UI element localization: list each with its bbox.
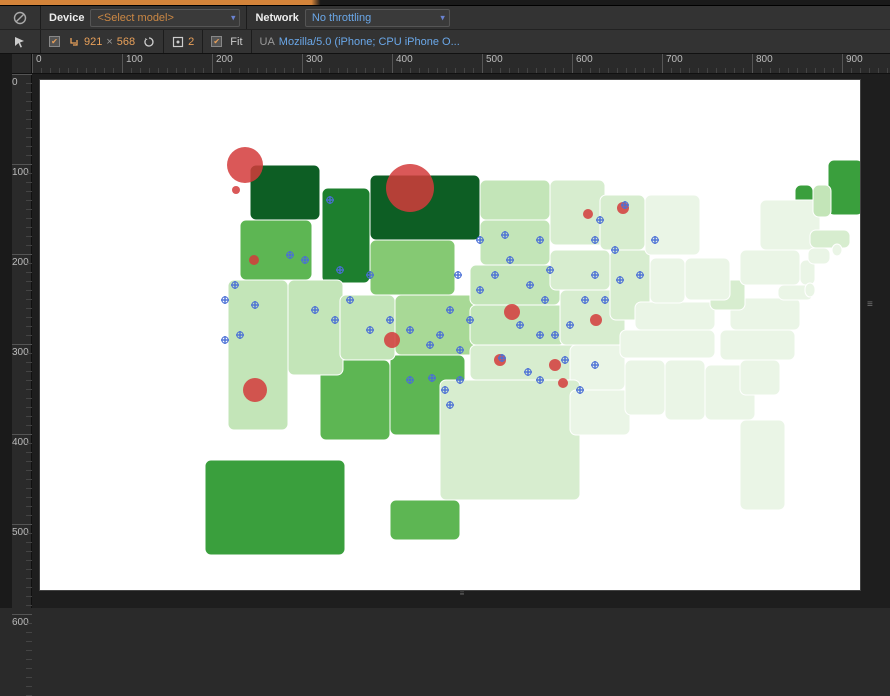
- state-CT[interactable]: [808, 248, 830, 264]
- resize-handle-right[interactable]: ≡: [867, 303, 872, 327]
- state-DE[interactable]: [805, 283, 815, 297]
- red-marker[interactable]: [384, 332, 400, 348]
- state-AK[interactable]: [205, 460, 345, 555]
- red-marker[interactable]: [590, 314, 602, 326]
- chevron-down-icon: ▾: [440, 12, 445, 23]
- network-throttle-select[interactable]: No throttling ▾: [305, 9, 450, 27]
- device-toolbar: Device <Select model> ▾ Network No throt…: [0, 6, 890, 30]
- ruler-corner: [12, 54, 32, 74]
- ua-label: UA: [260, 36, 275, 48]
- state-ID[interactable]: [322, 188, 370, 283]
- dimensions-toolbar: ✔ 921 × 568 2 ✔ Fit UA Mozilla/5.0 (iPho…: [0, 30, 890, 54]
- responsive-canvas: 0100200300400500600700800900 01002003004…: [0, 54, 890, 608]
- red-marker[interactable]: [249, 255, 259, 265]
- state-MS[interactable]: [625, 360, 665, 415]
- rotate-icon[interactable]: [68, 36, 80, 48]
- state-KY[interactable]: [635, 302, 715, 330]
- state-NV[interactable]: [288, 280, 343, 375]
- red-marker[interactable]: [558, 378, 568, 388]
- state-NC[interactable]: [720, 330, 795, 360]
- device-model-select[interactable]: <Select model> ▾: [90, 9, 240, 27]
- state-OH[interactable]: [685, 258, 730, 300]
- state-MN[interactable]: [550, 180, 605, 245]
- viewport-width[interactable]: 921: [84, 36, 102, 48]
- chevron-down-icon: ▾: [231, 12, 236, 23]
- usa-choropleth-map[interactable]: [40, 80, 860, 590]
- red-marker[interactable]: [549, 359, 561, 371]
- state-PA[interactable]: [740, 250, 800, 285]
- dpr-value[interactable]: 2: [188, 36, 194, 48]
- state-AL[interactable]: [665, 360, 705, 420]
- state-RI[interactable]: [832, 244, 842, 256]
- page-viewport[interactable]: [40, 80, 860, 590]
- state-LA[interactable]: [570, 390, 630, 435]
- state-IA[interactable]: [550, 250, 610, 290]
- fit-label: Fit: [230, 36, 242, 48]
- state-TN[interactable]: [620, 330, 715, 358]
- no-entry-icon[interactable]: [13, 11, 27, 25]
- red-marker[interactable]: [386, 164, 434, 212]
- state-CO[interactable]: [395, 295, 475, 355]
- state-MA[interactable]: [810, 230, 850, 248]
- state-TX[interactable]: [440, 380, 580, 500]
- state-MI[interactable]: [645, 195, 700, 255]
- red-marker[interactable]: [227, 147, 263, 183]
- red-marker[interactable]: [583, 209, 593, 219]
- times-glyph: ×: [106, 36, 112, 48]
- network-value: No throttling: [312, 12, 371, 24]
- red-marker[interactable]: [504, 304, 520, 320]
- reload-icon[interactable]: [143, 36, 155, 48]
- red-marker[interactable]: [243, 378, 267, 402]
- state-ND[interactable]: [480, 180, 550, 220]
- ua-value[interactable]: Mozilla/5.0 (iPhone; CPU iPhone O...: [279, 36, 460, 48]
- left-gutter: [0, 54, 12, 608]
- state-HI[interactable]: [390, 500, 460, 540]
- dpr-icon: [172, 36, 184, 48]
- state-SC[interactable]: [740, 360, 780, 395]
- state-ME[interactable]: [828, 160, 860, 215]
- state-FL[interactable]: [740, 420, 785, 510]
- pointer-icon[interactable]: [13, 35, 27, 49]
- resize-handle-bottom[interactable]: ≡: [40, 590, 886, 596]
- state-IN[interactable]: [650, 258, 685, 303]
- device-label: Device: [41, 12, 90, 24]
- state-CA[interactable]: [228, 280, 288, 430]
- network-label: Network: [247, 12, 304, 24]
- red-marker[interactable]: [232, 186, 240, 194]
- ruler-horizontal: 0100200300400500600700800900: [32, 54, 890, 74]
- responsive-checkbox[interactable]: ✔: [49, 36, 60, 47]
- fit-checkbox[interactable]: ✔: [211, 36, 222, 47]
- device-model-value: <Select model>: [97, 12, 173, 24]
- state-WY[interactable]: [370, 240, 455, 295]
- state-NH[interactable]: [813, 185, 831, 217]
- ruler-vertical: 0100200300400500600: [12, 74, 32, 608]
- state-OR[interactable]: [240, 220, 312, 280]
- viewport-height[interactable]: 568: [117, 36, 135, 48]
